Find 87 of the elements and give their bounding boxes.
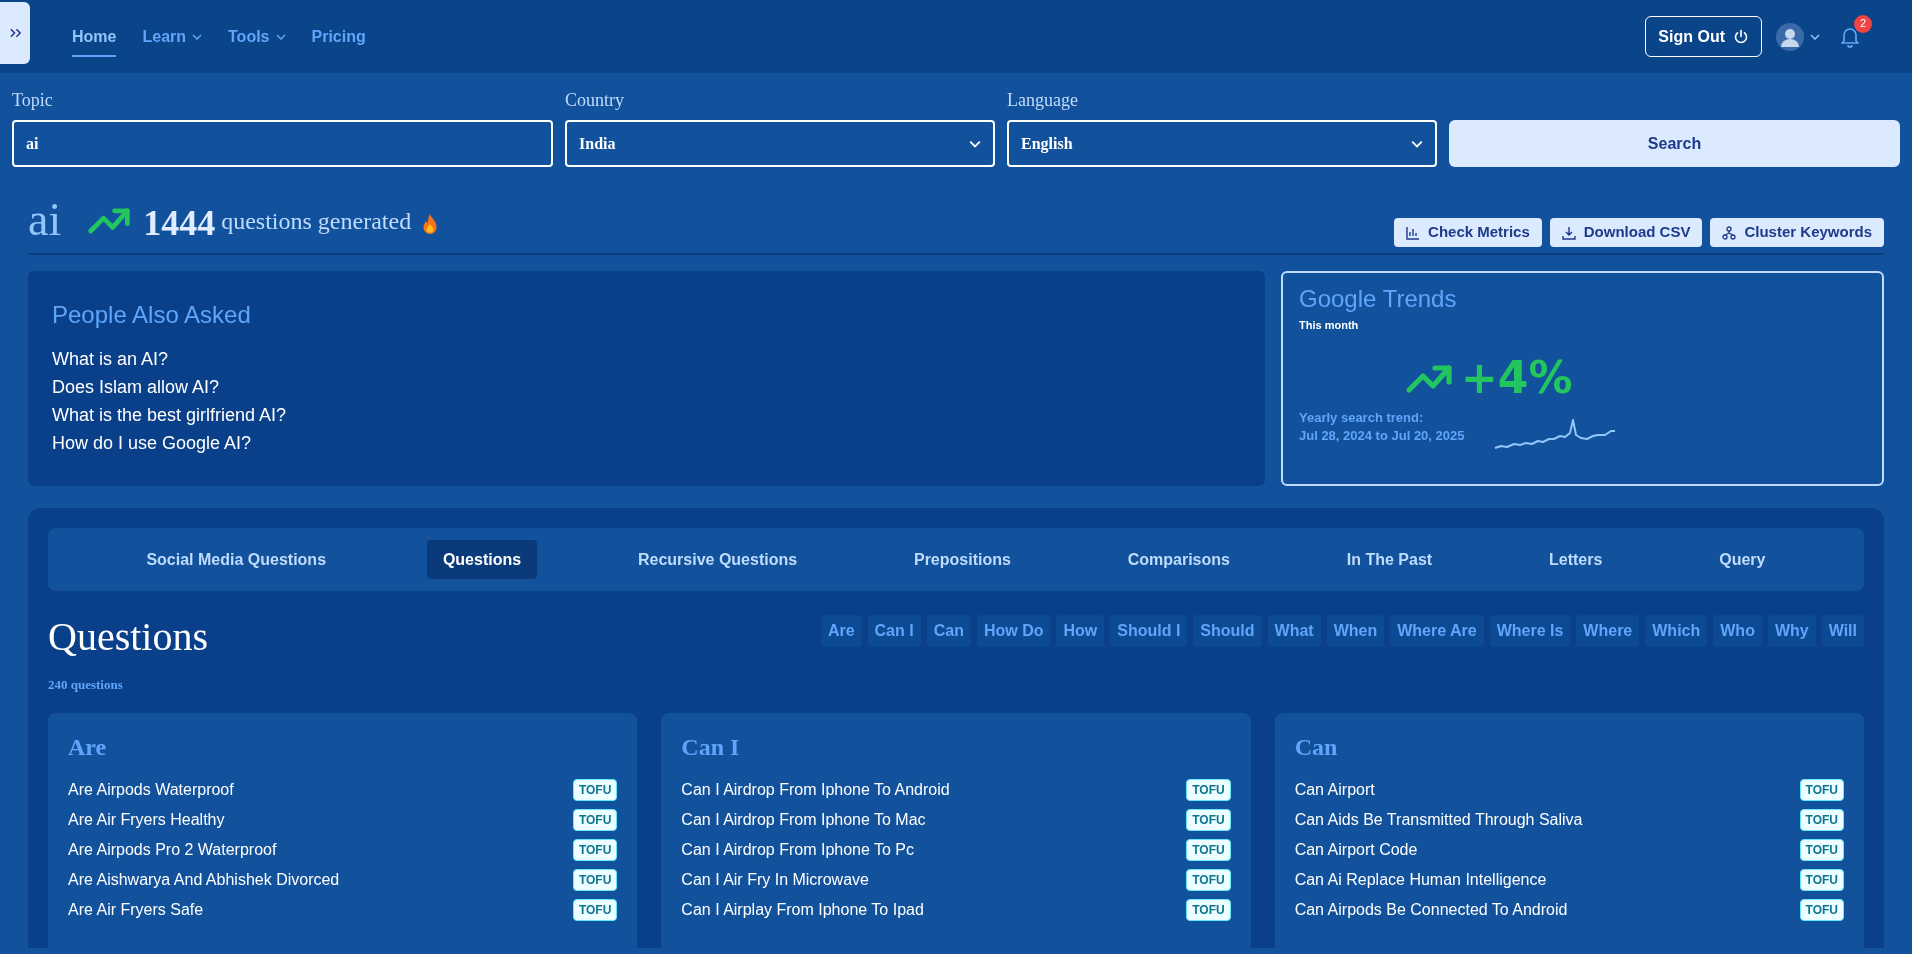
question-total: 240 questions (48, 676, 124, 694)
question-link[interactable]: What is the best girlfriend AI? (52, 401, 287, 429)
card-title: People Also Asked (52, 300, 252, 330)
question-link[interactable]: Are Airpods Pro 2 Waterproof (68, 837, 277, 862)
funnel-badge: TOFU (1186, 808, 1231, 831)
download-icon (1561, 225, 1576, 240)
question-link[interactable]: Can Airport (1294, 777, 1375, 802)
funnel-badge: TOFU (1186, 898, 1231, 921)
funnel-badge: TOFU (572, 778, 618, 801)
question-link[interactable]: Can I Airdrop From Iphone To Mac (681, 807, 926, 832)
question-link[interactable]: Does Islam allow AI? (52, 373, 220, 401)
group-title: Can I (681, 732, 741, 762)
funnel-badge: TOFU (572, 838, 618, 861)
caret-icon (275, 33, 286, 40)
search-button[interactable]: Search (1449, 120, 1900, 167)
chevron-down-icon (969, 139, 981, 148)
action-button[interactable]: Cluster Keywords (1710, 218, 1884, 247)
field-label: Language (1007, 89, 1079, 112)
avatar-icon (1776, 22, 1804, 51)
group-title: Are (68, 732, 108, 762)
trend-change: +4% (1461, 353, 1573, 402)
question-link[interactable]: How do I use Google AI? (52, 429, 252, 457)
question-link[interactable]: Are Air Fryers Safe (68, 897, 204, 922)
notification-count: 2 (1854, 14, 1872, 33)
funnel-badge: TOFU (572, 868, 618, 891)
sign-out-button[interactable]: Sign Out (1645, 16, 1762, 57)
sidebar-toggle-button[interactable] (0, 1, 30, 64)
question-link[interactable]: What is an AI? (52, 345, 169, 373)
question-link[interactable]: Can I Airdrop From Iphone To Android (681, 777, 950, 802)
tab[interactable]: Questions (426, 540, 538, 579)
network-icon (1722, 225, 1737, 240)
nav-link[interactable]: Home (72, 16, 117, 57)
question-link[interactable]: Can Airport Code (1294, 837, 1418, 862)
question-link[interactable]: Can I Airplay From Iphone To Ipad (681, 897, 924, 922)
trend-label: Yearly search trend: (1299, 408, 1425, 427)
flame-icon (421, 213, 440, 235)
bar-chart-icon (1406, 225, 1421, 240)
funnel-badge: TOFU (1799, 778, 1844, 801)
tab[interactable]: Comparisons (1111, 540, 1246, 579)
count-caption: questions generated (221, 207, 412, 236)
caret-icon (1810, 33, 1820, 40)
select-field[interactable]: India (565, 120, 995, 167)
double-chevron-icon (8, 26, 22, 39)
nav-link[interactable]: Tools (228, 16, 286, 57)
tab[interactable]: Social Media Questions (130, 540, 343, 579)
section-title: Questions (48, 613, 208, 661)
question-count: 1444 (143, 203, 216, 243)
topic-heading: ai (28, 197, 62, 243)
nav-link[interactable]: Learn (142, 16, 203, 57)
question-link[interactable]: Are Airpods Waterproof (68, 777, 234, 802)
chevron-down-icon (1411, 139, 1423, 148)
period-label: This month (1299, 318, 1360, 333)
action-button[interactable]: Download CSV (1549, 218, 1703, 247)
question-link[interactable]: Can Airpods Be Connected To Android (1294, 897, 1568, 922)
tab[interactable]: Query (1703, 540, 1782, 579)
funnel-badge: TOFU (1186, 868, 1231, 891)
field-label: Country (565, 89, 625, 112)
funnel-badge: TOFU (1799, 838, 1844, 861)
action-button[interactable]: Check Metrics (1394, 218, 1542, 247)
question-link[interactable]: Are Aishwarya And Abhishek Divorced (68, 867, 340, 892)
field-label: Topic (12, 89, 54, 112)
question-link[interactable]: Can Aids Be Transmitted Through Saliva (1294, 807, 1583, 832)
funnel-badge: TOFU (1799, 808, 1844, 831)
profile-menu[interactable] (1776, 22, 1820, 51)
power-icon (1733, 28, 1749, 45)
tab[interactable]: Letters (1533, 540, 1619, 579)
funnel-badge: TOFU (1799, 868, 1844, 891)
funnel-badge: TOFU (572, 808, 618, 831)
tab[interactable]: In The Past (1330, 540, 1449, 579)
question-link[interactable]: Can Ai Replace Human Intelligence (1294, 867, 1547, 892)
caret-icon (192, 33, 203, 40)
card-title: Google Trends (1299, 284, 1458, 314)
nav-link[interactable]: Pricing (311, 16, 366, 57)
question-link[interactable]: Are Air Fryers Healthy (68, 807, 225, 832)
tab[interactable]: Recursive Questions (621, 540, 814, 579)
funnel-badge: TOFU (1799, 898, 1844, 921)
select-field[interactable]: English (1007, 120, 1437, 167)
funnel-badge: TOFU (572, 898, 618, 921)
date-range: Jul 28, 2024 to Jul 20, 2025 (1299, 426, 1465, 445)
tab[interactable]: Prepositions (897, 540, 1027, 579)
topic-input[interactable]: ai (12, 120, 553, 167)
question-link[interactable]: Can I Air Fry In Microwave (681, 867, 869, 892)
funnel-badge: TOFU (1186, 778, 1231, 801)
trend-up-icon (87, 205, 132, 235)
group-title: Can (1294, 732, 1339, 762)
question-link[interactable]: Can I Airdrop From Iphone To Pc (681, 837, 915, 862)
funnel-badge: TOFU (1186, 838, 1231, 861)
